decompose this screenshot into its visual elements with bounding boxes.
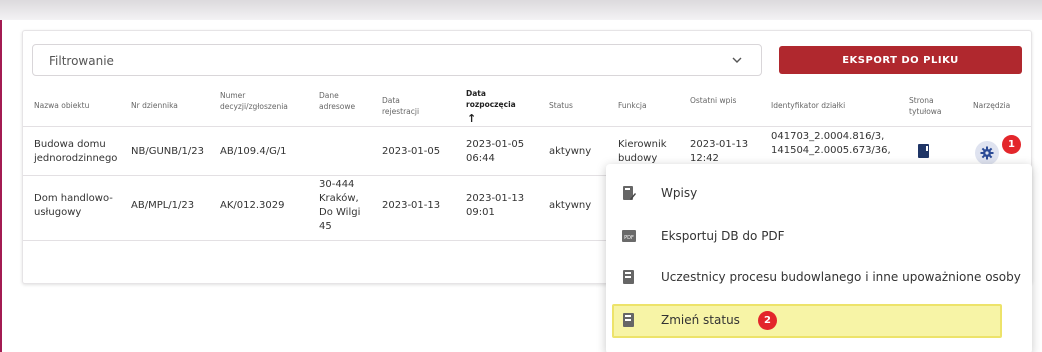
column-header-function[interactable]: Funkcja (618, 100, 647, 111)
chevron-down-icon (732, 57, 742, 63)
column-header-last-entry[interactable]: Ostatni wpis (690, 95, 738, 106)
book-status-icon (623, 313, 634, 327)
row2-start: 2023-01-13 09:01 (466, 193, 525, 218)
row1-registered: 2023-01-05 (382, 146, 441, 157)
row-divider (23, 126, 1031, 127)
column-header-decision[interactable]: Numer decyzji/zgłoszenia (220, 90, 308, 112)
menu-item-change-status[interactable]: Zmień status (606, 300, 1006, 340)
row2-journal: AB/MPL/1/23 (131, 200, 195, 211)
step-badge-1: 1 (1002, 135, 1021, 154)
row1-status: aktywny (549, 146, 592, 157)
column-header-parcel[interactable]: Identyfikator działki (771, 100, 845, 111)
column-header-tools[interactable]: Narzędzia (973, 100, 1010, 111)
sort-arrow-icon[interactable]: ↑ (467, 113, 476, 124)
tools-gear-button[interactable] (975, 141, 999, 165)
menu-item-participants[interactable]: Uczestnicy procesu budowlanego i inne up… (606, 257, 1032, 297)
menu-item-label: Eksportuj DB do PDF (661, 229, 785, 243)
row2-decision: AK/012.3029 (220, 200, 285, 211)
row1-decision: AB/109.4/G/1 (220, 146, 287, 157)
column-header-name[interactable]: Nazwa obiektu (34, 100, 89, 111)
top-strip (0, 0, 1042, 20)
row1-journal: NB/GUNB/1/23 (131, 146, 204, 157)
row1-name: Budowa domu jednorodzinnego (34, 139, 118, 164)
book-people-icon (623, 270, 634, 284)
filter-label: Filtrowanie (49, 54, 114, 68)
column-header-start[interactable]: Data rozpoczęcia (466, 88, 524, 110)
row1-parcel: 041703_2.0004.816/3, 141504_2.0005.673/3… (771, 131, 891, 156)
column-header-title-page[interactable]: Strona tytułowa (909, 95, 959, 117)
export-button[interactable]: EKSPORT DO PLIKU (779, 46, 1022, 74)
row2-address: 30-444 Kraków, Do Wilgi 45 (319, 179, 361, 232)
menu-item-entries[interactable]: Wpisy (606, 173, 1032, 213)
row1-last-entry: 2023-01-13 12:42 (690, 139, 749, 164)
row2-status: aktywny (549, 200, 592, 211)
menu-item-label: Zmień status (661, 313, 740, 327)
column-header-status[interactable]: Status (549, 100, 573, 111)
menu-item-label: Uczestnicy procesu budowlanego i inne up… (661, 270, 1021, 284)
pdf-icon: PDF (622, 230, 636, 242)
menu-item-label: Wpisy (661, 186, 698, 200)
gear-icon (980, 146, 994, 160)
column-header-registered[interactable]: Data rejestracji (382, 95, 438, 117)
column-header-address[interactable]: Dane adresowe (319, 90, 371, 112)
row-divider (23, 240, 608, 241)
filter-dropdown[interactable]: Filtrowanie (32, 44, 762, 76)
menu-item-export-pdf[interactable]: PDF Eksportuj DB do PDF (606, 216, 1032, 256)
row1-start: 2023-01-05 06:44 (466, 139, 525, 164)
row1-function: Kierownik budowy (618, 139, 667, 164)
row2-registered: 2023-01-13 (382, 200, 441, 211)
step-badge-2: 2 (758, 311, 777, 330)
svg-text:PDF: PDF (624, 235, 634, 241)
title-page-book-icon[interactable] (917, 143, 931, 159)
row2-name: Dom handlowo-usługowy (34, 193, 113, 218)
book-edit-icon (623, 186, 636, 200)
column-header-journal[interactable]: Nr dziennika (131, 100, 178, 111)
